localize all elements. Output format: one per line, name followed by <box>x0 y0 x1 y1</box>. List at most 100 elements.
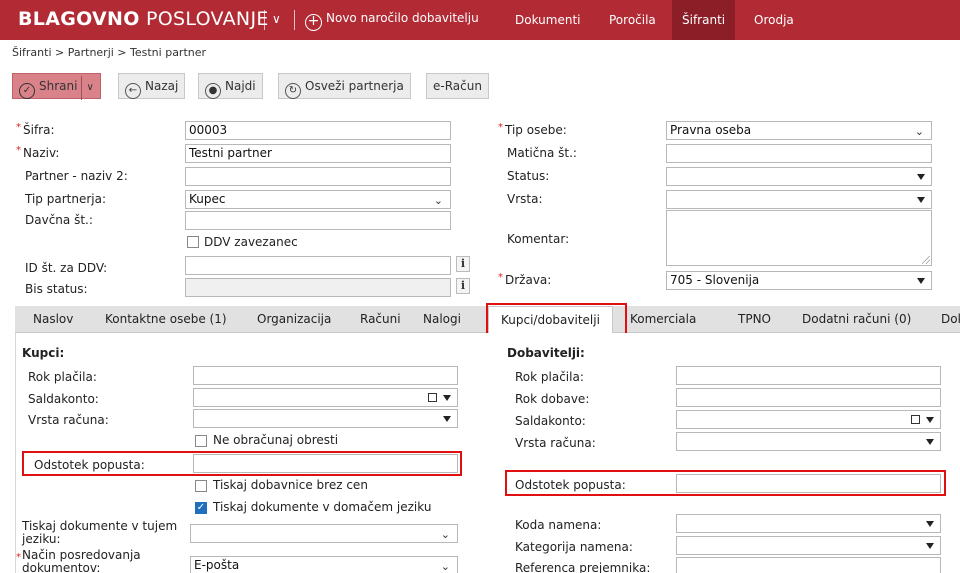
person-icon: ● <box>205 83 221 99</box>
chevron-down-icon: ⌄ <box>440 528 450 541</box>
nacin-value: E-pošta <box>194 558 240 572</box>
ddv-label: DDV zavezanec <box>204 235 298 249</box>
refresh-label: Osveži partnerja <box>305 79 404 93</box>
chevron-down-icon[interactable]: ∨ <box>272 12 281 26</box>
save-button[interactable]: ✓ Shrani ∨ <box>12 73 101 100</box>
required-marker: * <box>16 122 21 133</box>
square-icon <box>428 393 437 402</box>
dob-saldakonto-select[interactable] <box>676 410 941 429</box>
id-ddv-input[interactable] <box>185 256 451 275</box>
ne-obracunaj-checkbox[interactable] <box>195 435 207 447</box>
brand-thin: POSLOVANJE <box>139 8 269 30</box>
kupci-vrsta-racuna-select[interactable] <box>193 409 458 428</box>
caret-down-icon <box>926 521 934 527</box>
resize-handle-icon[interactable] <box>922 256 930 264</box>
back-button[interactable]: ← Nazaj <box>118 73 186 99</box>
kupci-rok-placila-label: Rok plačila: <box>28 370 97 384</box>
separator <box>264 10 265 30</box>
tab-dok[interactable]: Dok <box>941 306 960 333</box>
einvoice-button[interactable]: e-Račun <box>426 73 489 99</box>
tab-kontaktne-osebe[interactable]: Kontaktne osebe (1) <box>105 306 227 333</box>
info-icon[interactable]: i <box>456 256 470 272</box>
caret-down-icon <box>926 543 934 549</box>
drzava-select[interactable]: 705 - Slovenija <box>666 271 932 290</box>
info-icon[interactable]: i <box>456 278 470 294</box>
koda-namena-select[interactable] <box>676 514 941 533</box>
arrow-left-icon: ← <box>125 83 141 99</box>
tip-partnerja-select[interactable]: Kupec ⌄ <box>185 190 451 209</box>
tab-organizacija[interactable]: Organizacija <box>257 306 331 333</box>
naziv2-label: Partner - naziv 2: <box>25 169 128 183</box>
maticna-input[interactable] <box>666 144 932 163</box>
chevron-down-icon: ⌄ <box>433 194 443 207</box>
naziv2-input[interactable] <box>185 167 451 186</box>
nacin-posredovanja-label: Način posredovanja dokumentov: <box>22 548 141 573</box>
caret-down-icon <box>926 417 934 423</box>
tab-nalogi[interactable]: Nalogi <box>423 306 461 333</box>
tab-racuni[interactable]: Računi <box>360 306 401 333</box>
tiskaj-domacem-checkbox[interactable]: ✓ <box>195 502 207 514</box>
tip-osebe-label: Tip osebe: <box>505 123 567 137</box>
tab-komerciala[interactable]: Komerciala <box>630 306 696 333</box>
required-marker: * <box>16 145 21 156</box>
tiskaj-brez-cen-checkbox[interactable] <box>195 480 207 492</box>
dob-rok-dobave-input[interactable] <box>676 388 941 407</box>
kategorija-namena-select[interactable] <box>676 536 941 555</box>
plus-circle-icon: + <box>305 14 322 31</box>
kupci-rok-placila-input[interactable] <box>193 366 458 385</box>
drzava-value: 705 - Slovenija <box>670 273 760 287</box>
davcna-input[interactable] <box>185 211 451 230</box>
bis-status-input <box>185 278 451 297</box>
chevron-down-icon[interactable]: ∨ <box>81 76 94 100</box>
tab-naslov[interactable]: Naslov <box>33 306 73 333</box>
bis-status-label: Bis status: <box>25 282 88 296</box>
caret-down-icon <box>443 395 451 401</box>
breadcrumb[interactable]: Šifranti > Partnerji > Testni partner <box>12 46 206 59</box>
kategorija-namena-label: Kategorija namena: <box>515 540 633 554</box>
caret-down-icon <box>917 174 925 180</box>
tab-tpno[interactable]: TPNO <box>738 306 771 333</box>
find-button[interactable]: ● Najdi <box>198 73 263 99</box>
vrsta-label: Vrsta: <box>507 192 543 206</box>
back-label: Nazaj <box>145 79 179 93</box>
komentar-label: Komentar: <box>507 232 570 246</box>
caret-down-icon <box>926 439 934 445</box>
kupci-saldakonto-label: Saldakonto: <box>28 392 99 406</box>
tab-dodatni-racuni[interactable]: Dodatni računi (0) <box>802 306 911 333</box>
chevron-down-icon: ⌄ <box>914 125 924 138</box>
highlight-box <box>505 470 946 496</box>
vrsta-select[interactable] <box>666 190 932 209</box>
new-order-button[interactable]: + Novo naročilo dobavitelju <box>305 11 479 31</box>
ddv-checkbox[interactable] <box>187 236 199 248</box>
find-label: Najdi <box>225 79 256 93</box>
app-brand[interactable]: BLAGOVNO POSLOVANJE <box>18 8 269 30</box>
nav-porocila[interactable]: Poročila <box>599 0 666 40</box>
komentar-textarea[interactable] <box>666 210 932 266</box>
nav-dokumenti[interactable]: Dokumenti <box>505 0 590 40</box>
maticna-label: Matična št.: <box>507 146 577 160</box>
status-label: Status: <box>507 169 550 183</box>
check-icon: ✓ <box>19 83 35 99</box>
referenca-input[interactable] <box>676 557 941 573</box>
refresh-partner-button[interactable]: ↻ Osveži partnerja <box>278 73 411 99</box>
naziv-input[interactable]: Testni partner <box>185 144 451 163</box>
dob-vrsta-racuna-select[interactable] <box>676 432 941 451</box>
status-select[interactable] <box>666 167 932 186</box>
dobavitelji-title: Dobavitelji: <box>507 346 585 360</box>
dob-rok-placila-input[interactable] <box>676 366 941 385</box>
referenca-label: Referenca prejemnika: <box>515 561 651 573</box>
ne-obracunaj-label: Ne obračunaj obresti <box>213 433 339 447</box>
tiskaj-tujem-select[interactable]: ⌄ <box>190 524 458 543</box>
nacin-posredovanja-select[interactable]: E-pošta ⌄ <box>190 556 458 573</box>
id-ddv-label: ID št. za DDV: <box>25 261 108 275</box>
sifra-input[interactable]: 00003 <box>185 121 451 140</box>
davcna-label: Davčna št.: <box>25 213 93 227</box>
nav-orodja[interactable]: Orodja <box>744 0 804 40</box>
tip-osebe-select[interactable]: Pravna oseba ⌄ <box>666 121 932 140</box>
separator <box>294 10 295 30</box>
square-icon <box>911 415 920 424</box>
kupci-saldakonto-select[interactable] <box>193 388 458 407</box>
nav-sifranti[interactable]: Šifranti <box>672 0 736 40</box>
tip-osebe-value: Pravna oseba <box>670 123 752 137</box>
brand-bold: BLAGOVNO <box>18 8 140 30</box>
